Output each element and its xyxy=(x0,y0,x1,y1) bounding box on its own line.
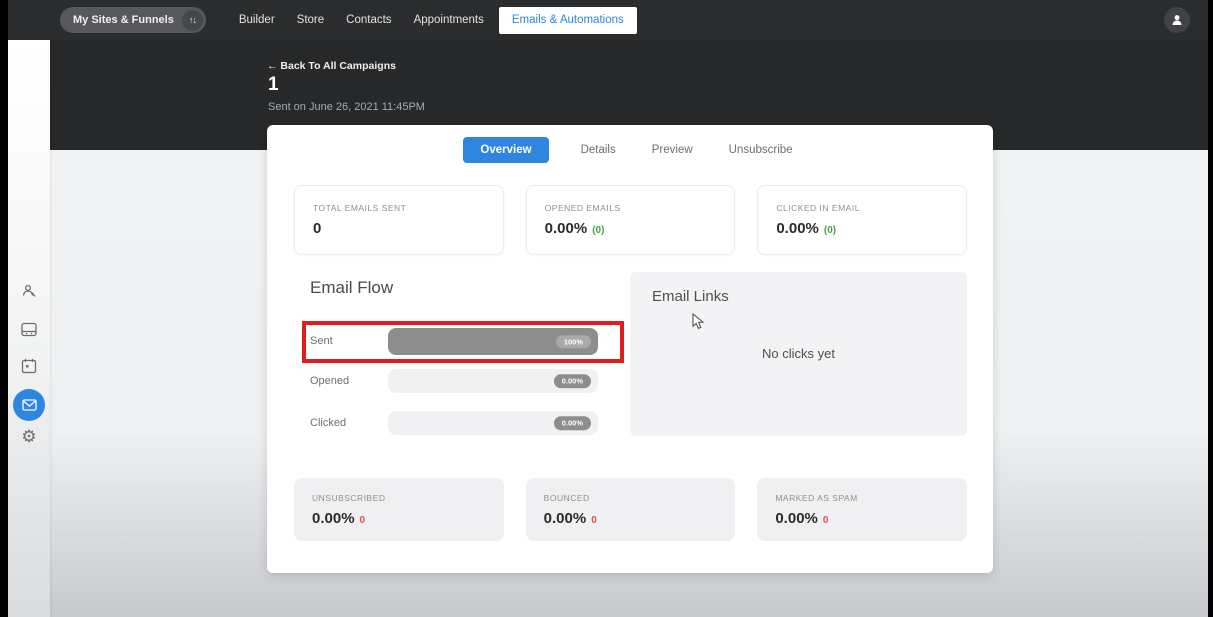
back-to-campaigns-link[interactable]: ← Back To All Campaigns xyxy=(267,60,396,72)
campaign-sent-date: Sent on June 26, 2021 11:45PM xyxy=(268,101,425,113)
my-sites-funnels-button[interactable]: My Sites & Funnels ↑↓ xyxy=(60,7,206,33)
stat-marked-as-spam: MARKED AS SPAM 0.00% 0 xyxy=(757,478,968,541)
flow-label-clicked: Clicked xyxy=(310,417,347,429)
top-navbar: My Sites & Funnels ↑↓ Builder Store Cont… xyxy=(8,0,1208,40)
calendar-icon[interactable] xyxy=(21,358,37,374)
stat-value: 0.00% (0) xyxy=(776,220,837,237)
stat-total-emails-sent: TOTAL EMAILS SENT 0 xyxy=(294,185,504,255)
stat-label: BOUNCED xyxy=(543,493,590,503)
top-stats-row: TOTAL EMAILS SENT 0 OPENED EMAILS 0.00%(… xyxy=(294,185,968,255)
flow-badge-opened: 0.00% xyxy=(553,374,591,388)
stat-opened-emails: OPENED EMAILS 0.00% (0) xyxy=(525,185,736,255)
email-flow-title: Email Flow xyxy=(310,278,394,297)
stat-value: 0 xyxy=(313,220,322,237)
contacts-icon[interactable] xyxy=(21,283,38,300)
stat-value: 0.00% (0) xyxy=(544,220,605,237)
stat-value: 0.00% 0 xyxy=(312,510,366,527)
nav-item-store[interactable]: Store xyxy=(286,0,336,40)
user-avatar[interactable] xyxy=(1164,7,1190,33)
flow-label-opened: Opened xyxy=(310,375,350,387)
stat-unsubscribed: UNSUBSCRIBED 0.00% 0 xyxy=(294,478,504,541)
stat-count: 0 xyxy=(591,515,597,526)
sort-arrows-icon[interactable]: ↑↓ xyxy=(181,9,203,31)
tab-bar: Overview Details Preview Unsubscribe xyxy=(267,137,993,163)
stat-count: (0) xyxy=(823,225,837,236)
stat-value: 0.00% 0 xyxy=(543,510,597,527)
my-sites-funnels-label: My Sites & Funnels xyxy=(73,14,174,26)
flow-bar-sent: 100% xyxy=(388,328,598,355)
stat-clicked-in-email: CLICKED IN EMAIL 0.00% (0) xyxy=(757,185,968,255)
mouse-cursor-icon xyxy=(692,313,705,330)
sites-icon[interactable] xyxy=(21,322,38,337)
stat-label: MARKED AS SPAM xyxy=(775,493,858,503)
flow-bar-opened: 0.00% xyxy=(388,369,598,393)
stat-count: 0 xyxy=(822,515,829,526)
tab-overview[interactable]: Overview xyxy=(463,137,549,163)
stat-count: (0) xyxy=(592,225,605,236)
app-frame: My Sites & Funnels ↑↓ Builder Store Cont… xyxy=(8,0,1208,617)
email-links-panel: Email Links No clicks yet xyxy=(630,272,967,436)
nav-items: Builder Store Contacts Appointments Emai… xyxy=(228,0,637,40)
nav-item-contacts[interactable]: Contacts xyxy=(335,0,402,40)
flow-bar-clicked: 0.00% xyxy=(388,411,598,435)
email-links-title: Email Links xyxy=(652,288,729,305)
email-active-bubble xyxy=(13,389,45,421)
left-sidebar: ⚙ xyxy=(8,40,50,617)
campaign-stats-card: Overview Details Preview Unsubscribe TOT… xyxy=(267,125,993,573)
flow-badge-sent: 100% xyxy=(555,334,591,349)
nav-item-appointments[interactable]: Appointments xyxy=(403,0,495,40)
stat-label: TOTAL EMAILS SENT xyxy=(313,203,407,213)
tab-details[interactable]: Details xyxy=(577,137,620,163)
stat-label: CLICKED IN EMAIL xyxy=(776,203,860,213)
gear-icon[interactable]: ⚙ xyxy=(21,428,36,445)
email-icon[interactable] xyxy=(13,389,45,421)
nav-item-emails-automations[interactable]: Emails & Automations xyxy=(498,6,637,34)
nav-item-builder[interactable]: Builder xyxy=(228,0,286,40)
flow-badge-clicked: 0.00% xyxy=(553,416,591,430)
flow-label-sent: Sent xyxy=(310,335,333,347)
tab-preview[interactable]: Preview xyxy=(648,137,697,163)
person-icon xyxy=(1172,15,1182,25)
stat-bounced: BOUNCED 0.00% 0 xyxy=(525,478,736,541)
stat-label: UNSUBSCRIBED xyxy=(312,493,386,503)
bottom-stats-row: UNSUBSCRIBED 0.00% 0 BOUNCED 0.00% 0 MARKE… xyxy=(294,478,968,541)
tab-unsubscribe[interactable]: Unsubscribe xyxy=(725,137,797,163)
campaign-title: 1 xyxy=(268,74,279,95)
no-clicks-message: No clicks yet xyxy=(762,346,835,361)
stat-value: 0.00% 0 xyxy=(775,510,829,527)
stat-count: 0 xyxy=(359,515,366,526)
stat-label: OPENED EMAILS xyxy=(544,203,621,213)
